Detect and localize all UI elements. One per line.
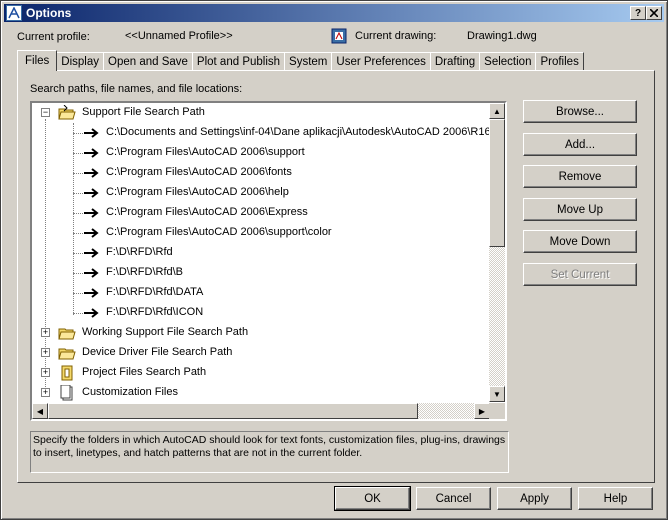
arrow-right-icon — [82, 125, 100, 141]
current-profile-label: Current profile: — [17, 31, 90, 43]
tab-plot-and-publish[interactable]: Plot and Publish — [191, 52, 286, 71]
tree-item-label: C:\Program Files\AutoCAD 2006\help — [106, 186, 289, 198]
scrollbar-corner — [489, 403, 505, 419]
description-box: Specify the folders in which AutoCAD sho… — [30, 431, 509, 473]
cancel-button[interactable]: Cancel — [416, 487, 491, 510]
tree-node-label: Customization Files — [82, 386, 178, 398]
drawing-icon — [331, 28, 347, 47]
arrow-right-icon — [82, 145, 100, 161]
current-drawing-label: Current drawing: — [355, 30, 437, 42]
expand-toggle[interactable]: + — [41, 388, 50, 397]
scroll-thumb[interactable] — [489, 119, 505, 247]
window-title: Options — [26, 6, 72, 20]
tree-item-label: C:\Documents and Settings\inf-04\Dane ap… — [106, 126, 490, 138]
folder-open-icon — [58, 345, 76, 361]
set-current-button[interactable]: Set Current — [523, 263, 637, 286]
tree-item-label: C:\Program Files\AutoCAD 2006\support — [106, 146, 305, 158]
help-button[interactable]: Help — [578, 487, 653, 510]
tab-display[interactable]: Display — [56, 52, 104, 71]
scroll-left-icon[interactable]: ◀ — [32, 403, 48, 419]
apply-button[interactable]: Apply — [497, 487, 572, 510]
arrow-right-icon — [82, 285, 100, 301]
tab-system[interactable]: System — [284, 52, 333, 71]
collapse-toggle[interactable]: − — [41, 108, 50, 117]
arrow-right-icon — [82, 265, 100, 281]
autocad-app-icon — [6, 5, 22, 21]
tree-node-label: Device Driver File Search Path — [82, 346, 233, 358]
tree-item-label: C:\Program Files\AutoCAD 2006\Express — [106, 206, 308, 218]
expand-toggle[interactable]: + — [41, 368, 50, 377]
help-title-button[interactable]: ? — [630, 6, 646, 20]
tree-node-label: Support File Search Path — [82, 106, 205, 118]
arrow-right-icon — [82, 225, 100, 241]
tree-item-label: F:\D\RFD\Rfd — [106, 246, 173, 258]
scroll-thumb[interactable] — [48, 403, 418, 419]
tab-drafting[interactable]: Drafting — [429, 52, 481, 71]
title-bar[interactable]: Options ? — [4, 4, 664, 22]
move-down-button[interactable]: Move Down — [523, 230, 637, 253]
tree-item-label: F:\D\RFD\Rfd\B — [106, 266, 184, 278]
tree-caption: Search paths, file names, and file locat… — [30, 83, 243, 95]
tab-strip: Files Display Open and Save Plot and Pub… — [17, 50, 584, 71]
remove-button[interactable]: Remove — [523, 165, 637, 188]
move-up-button[interactable]: Move Up — [523, 198, 637, 221]
tree-item-label: F:\D\RFD\Rfd\DATA — [106, 286, 204, 298]
folder-open-icon — [58, 325, 76, 341]
expand-toggle[interactable]: + — [41, 328, 50, 337]
arrow-right-icon — [82, 305, 100, 321]
customization-file-icon — [58, 385, 76, 401]
tree-node-label: Working Support File Search Path — [82, 326, 249, 338]
scroll-up-icon[interactable]: ▲ — [489, 103, 505, 119]
tree-node-label: Project Files Search Path — [82, 366, 207, 378]
close-button[interactable] — [646, 6, 662, 20]
search-path-tree[interactable]: − Support File Search Path C:\Documents … — [30, 101, 507, 421]
arrow-right-icon — [82, 205, 100, 221]
tree-rows: − Support File Search Path C:\Documents … — [32, 103, 490, 402]
scroll-down-icon[interactable]: ▼ — [489, 386, 505, 402]
tree-line — [73, 123, 74, 315]
tab-profiles[interactable]: Profiles — [535, 52, 584, 71]
close-icon — [650, 9, 658, 17]
tab-files[interactable]: Files — [17, 50, 58, 71]
arrow-right-icon — [82, 165, 100, 181]
current-drawing-value: Drawing1.dwg — [467, 30, 537, 42]
tab-selection[interactable]: Selection — [479, 52, 537, 71]
arrow-right-icon — [82, 245, 100, 261]
browse-button[interactable]: Browse... — [523, 100, 637, 123]
tab-user-preferences[interactable]: User Preferences — [331, 52, 431, 71]
tab-open-and-save[interactable]: Open and Save — [103, 52, 193, 71]
current-profile-value: <<Unnamed Profile>> — [125, 30, 233, 42]
tree-item-label: C:\Program Files\AutoCAD 2006\support\co… — [106, 226, 332, 238]
vertical-scrollbar[interactable]: ▲ ▼ — [489, 103, 505, 402]
tree-item-label: F:\D\RFD\Rfd\ICON — [106, 306, 204, 318]
tree-item-label: C:\Program Files\AutoCAD 2006\fonts — [106, 166, 292, 178]
expand-toggle[interactable]: + — [41, 348, 50, 357]
ok-button[interactable]: OK — [334, 486, 411, 511]
project-files-icon — [58, 365, 76, 381]
options-dialog: Options ? Current profile: <<Unnamed Pro… — [0, 0, 668, 520]
folder-open-icon — [58, 105, 76, 121]
scroll-right-icon[interactable]: ▶ — [474, 403, 490, 419]
arrow-right-icon — [82, 185, 100, 201]
add-button[interactable]: Add... — [523, 133, 637, 156]
horizontal-scrollbar[interactable]: ◀ ▶ — [32, 403, 490, 419]
